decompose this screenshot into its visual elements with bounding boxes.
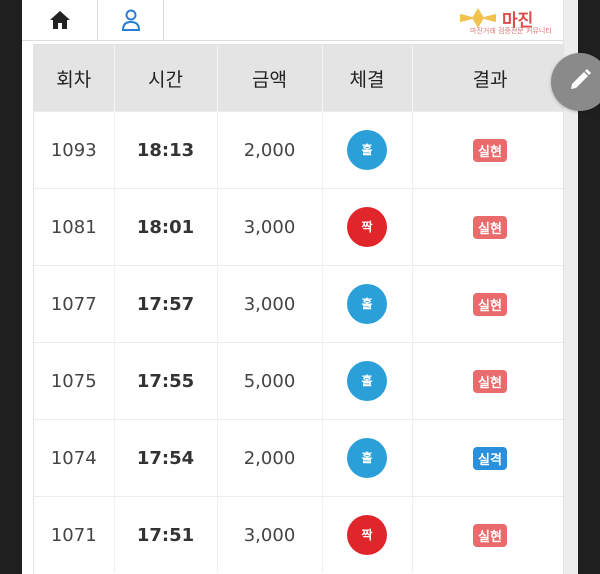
result-badge: 실현 [473, 215, 507, 239]
amount-cell: 2,000 [217, 111, 323, 189]
result-badge: 실현 [473, 292, 507, 316]
user-icon [121, 9, 141, 31]
round-cell: 1081 [34, 188, 115, 266]
bet-history-table: 회차 시간 금액 체결 결과 1093 18:13 2,000 홀 실현 108… [33, 44, 569, 574]
time-cell: 18:13 [114, 111, 218, 189]
amount-cell: 3,000 [217, 265, 323, 343]
result-cell: 실현 [412, 496, 569, 573]
even-badge: 짝 [347, 207, 387, 247]
header-round: 회차 [34, 45, 115, 112]
time-cell: 17:55 [114, 342, 218, 420]
fill-cell: 홀 [322, 419, 413, 497]
fill-cell: 짝 [322, 496, 413, 573]
table-row: 1077 17:57 3,000 홀 실현 [34, 265, 569, 343]
result-cell: 실현 [412, 265, 569, 343]
round-cell: 1075 [34, 342, 115, 420]
table-row: 1075 17:55 5,000 홀 실현 [34, 342, 569, 420]
tab-user[interactable] [98, 0, 164, 40]
table-row: 1093 18:13 2,000 홀 실현 [34, 111, 569, 189]
header-fill: 체결 [322, 45, 413, 112]
site-logo: 마진 마진거래 검증전문 커뮤니티 [444, 4, 578, 38]
tab-home[interactable] [22, 0, 98, 40]
fill-cell: 짝 [322, 188, 413, 266]
odd-badge: 홀 [347, 130, 387, 170]
result-badge: 실현 [473, 369, 507, 393]
result-badge: 실격 [473, 446, 507, 470]
edit-fab-button[interactable] [551, 53, 600, 111]
top-tab-bar: 마진 마진거래 검증전문 커뮤니티 [22, 0, 578, 41]
amount-cell: 5,000 [217, 342, 323, 420]
time-cell: 17:57 [114, 265, 218, 343]
odd-badge: 홀 [347, 438, 387, 478]
round-cell: 1077 [34, 265, 115, 343]
odd-badge: 홀 [347, 284, 387, 324]
result-cell: 실현 [412, 342, 569, 420]
round-cell: 1074 [34, 419, 115, 497]
home-icon [49, 10, 71, 30]
amount-cell: 3,000 [217, 496, 323, 573]
time-cell: 17:51 [114, 496, 218, 573]
round-cell: 1093 [34, 111, 115, 189]
app-frame: 마진 마진거래 검증전문 커뮤니티 회차 시간 금액 체결 결과 1093 18… [22, 0, 578, 574]
even-badge: 짝 [347, 515, 387, 555]
header-time: 시간 [114, 45, 218, 112]
header-result: 결과 [412, 45, 569, 112]
round-cell: 1071 [34, 496, 115, 573]
fill-cell: 홀 [322, 111, 413, 189]
logo-subtitle: 마진거래 검증전문 커뮤니티 [470, 27, 552, 35]
fill-cell: 홀 [322, 265, 413, 343]
amount-cell: 2,000 [217, 419, 323, 497]
time-cell: 17:54 [114, 419, 218, 497]
odd-badge: 홀 [347, 361, 387, 401]
table-row: 1081 18:01 3,000 짝 실현 [34, 188, 569, 266]
result-cell: 실현 [412, 111, 569, 189]
table-row: 1074 17:54 2,000 홀 실격 [34, 419, 569, 497]
result-badge: 실현 [473, 523, 507, 547]
fill-cell: 홀 [322, 342, 413, 420]
table-header-row: 회차 시간 금액 체결 결과 [34, 45, 569, 112]
pencil-icon [567, 67, 593, 97]
amount-cell: 3,000 [217, 188, 323, 266]
header-amount: 금액 [217, 45, 323, 112]
result-badge: 실현 [473, 138, 507, 162]
table-row: 1071 17:51 3,000 짝 실현 [34, 496, 569, 573]
result-cell: 실격 [412, 419, 569, 497]
time-cell: 18:01 [114, 188, 218, 266]
result-cell: 실현 [412, 188, 569, 266]
